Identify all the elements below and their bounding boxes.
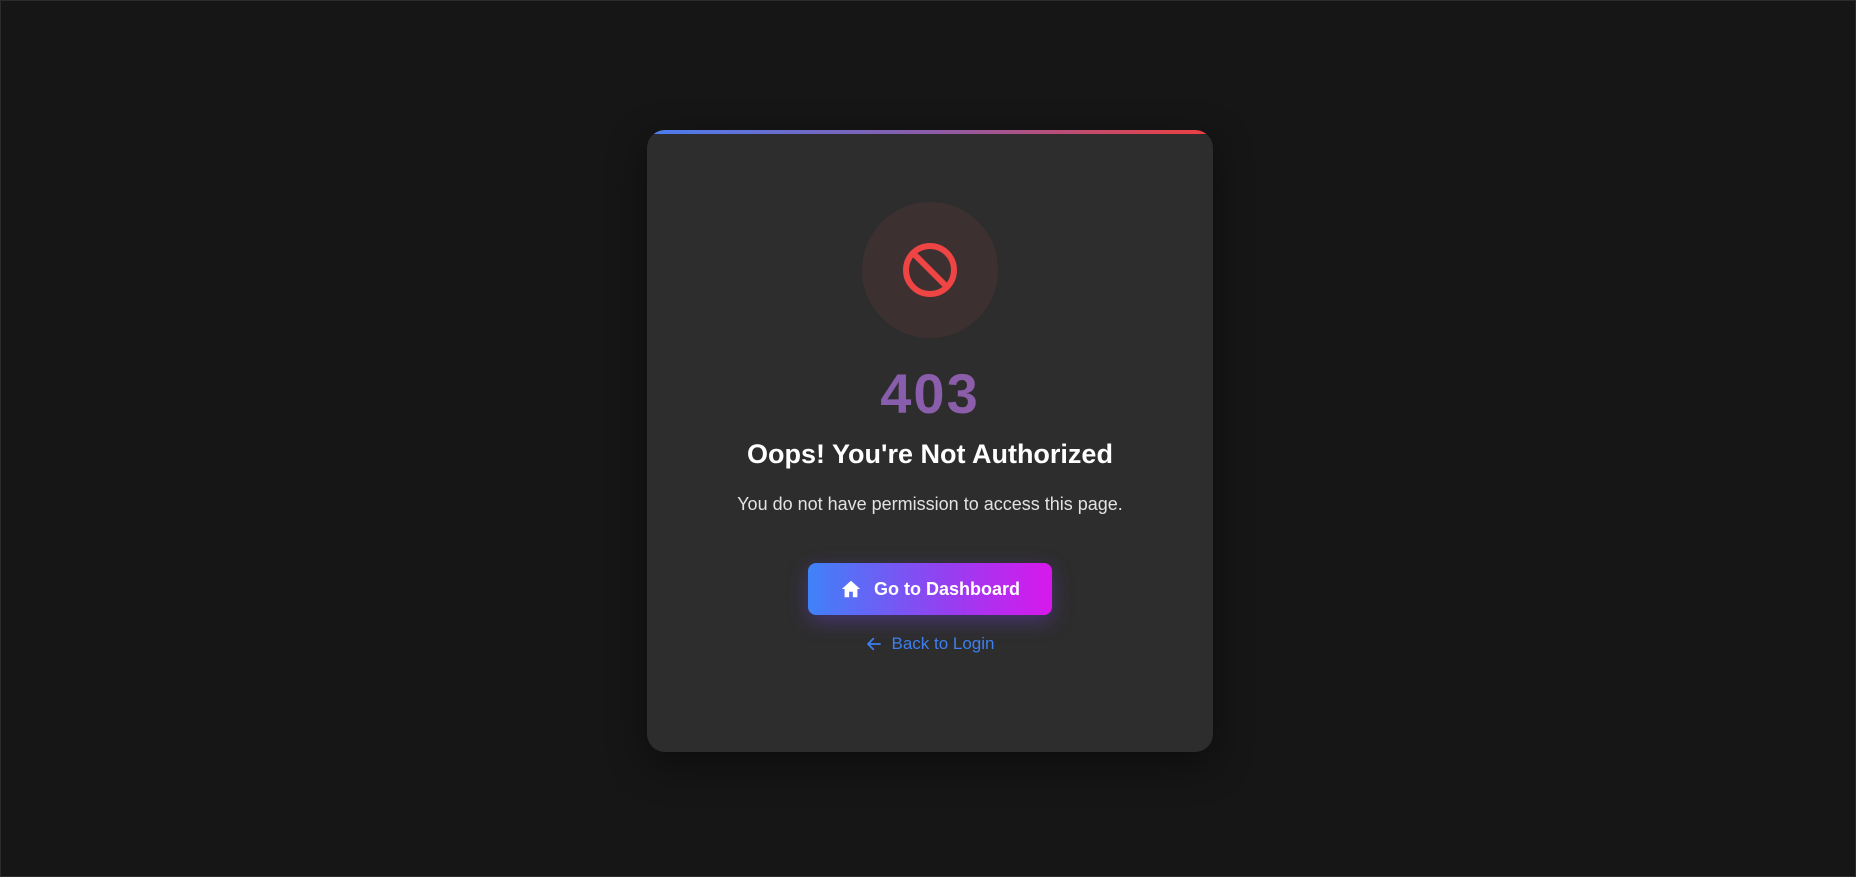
- back-to-login-label: Back to Login: [891, 634, 995, 653]
- error-icon-badge: [862, 202, 998, 338]
- back-to-login-link[interactable]: Back to Login: [647, 634, 1213, 654]
- card-accent-bar: [647, 130, 1213, 134]
- error-message: You do not have permission to access thi…: [737, 494, 1123, 514]
- go-to-dashboard-button[interactable]: Go to Dashboard: [808, 563, 1052, 615]
- block-icon: [903, 243, 957, 297]
- error-card: 403 Oops! You're Not Authorized You do n…: [647, 130, 1213, 752]
- error-headline: Oops! You're Not Authorized: [747, 439, 1113, 469]
- go-to-dashboard-label: Go to Dashboard: [873, 578, 1020, 599]
- home-icon: [840, 578, 862, 600]
- error-code: 403: [647, 366, 1213, 422]
- arrow-left-icon: [865, 635, 883, 653]
